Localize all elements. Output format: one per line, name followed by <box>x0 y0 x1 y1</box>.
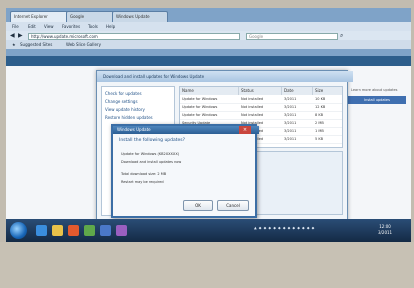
cell-date: 3/2011 <box>284 113 297 117</box>
app-icon[interactable] <box>116 225 127 236</box>
sidebar-item-history[interactable]: View update history <box>105 107 145 112</box>
dialog-line: Restart may be required <box>121 180 164 184</box>
search-placeholder: Google <box>249 34 264 39</box>
dialog-line: Update for Windows (KB2XXXXX) <box>121 152 180 156</box>
tab-1[interactable]: Internet Explorer <box>10 11 68 22</box>
cell-size: 10 KB <box>315 97 326 101</box>
cell-date: 3/2011 <box>284 105 297 109</box>
cell-name: Update for Windows <box>182 113 218 117</box>
cell-size: 5 KB <box>315 137 324 141</box>
cell-size: 12 KB <box>315 105 326 109</box>
menu-view[interactable]: View <box>44 22 54 31</box>
address-text: http://www.update.microsoft.com <box>31 34 98 39</box>
media-player-icon[interactable] <box>68 225 79 236</box>
dialog-line: Download and install updates now <box>121 160 182 164</box>
close-icon[interactable]: × <box>239 126 251 134</box>
menu-favorites[interactable]: Favorites <box>62 22 80 31</box>
menu-help[interactable]: Help <box>106 22 115 31</box>
menu-file[interactable]: File <box>12 22 19 31</box>
dialog-title: Windows Update <box>113 126 259 134</box>
sidebar-item-hidden[interactable]: Restore hidden updates <box>105 115 153 120</box>
table-row[interactable]: Update for Windows Not installed 3/2011 … <box>180 96 342 104</box>
cell-size: 8 KB <box>315 113 324 117</box>
dialog-line: Total download size: 2 MB <box>121 172 167 176</box>
favorites-star-icon[interactable]: ★ <box>12 40 16 49</box>
forward-icon[interactable]: ▶ <box>18 31 23 40</box>
internet-explorer-icon[interactable] <box>36 225 47 236</box>
cell-size: 1 MB <box>315 129 324 133</box>
search-icon[interactable]: ⌕ <box>340 31 343 40</box>
cell-size: 2 MB <box>315 121 324 125</box>
clock-date: 3/2011 <box>378 230 393 235</box>
address-bar[interactable]: http://www.update.microsoft.com <box>28 33 240 40</box>
app-icon[interactable] <box>100 225 111 236</box>
clock[interactable]: 12:00 3/2011 <box>378 224 392 236</box>
navigation-bar: ◀ ▶ http://www.update.microsoft.com Goog… <box>6 31 411 40</box>
cancel-button[interactable]: Cancel <box>217 200 249 211</box>
tab-label: Windows Update <box>116 14 150 19</box>
sidebar-item-settings[interactable]: Change settings <box>105 99 138 104</box>
sidebar-item-check[interactable]: Check for updates <box>105 91 142 96</box>
tab-label: Google <box>70 14 85 19</box>
table-row[interactable]: Update for Windows Not installed 3/2011 … <box>180 104 342 112</box>
monitor-bezel-bottom <box>0 242 414 288</box>
menu-bar: File Edit View Favorites Tools Help <box>6 22 411 31</box>
folder-icon[interactable] <box>52 225 63 236</box>
learn-more-link[interactable]: Learn more about updates <box>351 88 397 92</box>
column-header-status[interactable]: Status <box>239 87 282 95</box>
tab-label: Internet Explorer <box>14 14 48 19</box>
bookmark-item[interactable]: Suggested Sites <box>20 40 52 49</box>
install-confirm-dialog: Windows Update × Install the following u… <box>111 124 259 218</box>
search-input[interactable]: Google <box>246 33 338 40</box>
monitor-screen: Internet Explorer Google Windows Update … <box>6 8 411 242</box>
bookmark-item[interactable]: Web Slice Gallery <box>66 40 101 49</box>
page-header-band <box>6 56 411 66</box>
dialog-heading: Install the following updates? <box>119 138 186 143</box>
system-tray[interactable]: ▲ ◆ ◆ ◆ ◆ ◆ ◆ ◆ ◆ ◆ ◆ ◆ ◆ <box>254 226 315 230</box>
column-header-name[interactable]: Name <box>180 87 239 95</box>
column-header-size[interactable]: Size <box>313 87 342 95</box>
cell-date: 3/2011 <box>284 129 297 133</box>
cell-status: Not installed <box>241 97 264 101</box>
menu-edit[interactable]: Edit <box>28 22 36 31</box>
app-icon[interactable] <box>84 225 95 236</box>
start-button[interactable] <box>10 222 27 239</box>
cell-date: 3/2011 <box>284 121 297 125</box>
favorites-bar: ★ Suggested Sites Web Slice Gallery <box>6 40 411 49</box>
install-updates-button[interactable]: Install updates <box>348 96 406 104</box>
cell-date: 3/2011 <box>284 137 297 141</box>
column-header-date[interactable]: Date <box>282 87 313 95</box>
cell-status: Not installed <box>241 113 264 117</box>
cell-name: Update for Windows <box>182 97 218 101</box>
taskbar: ▲ ◆ ◆ ◆ ◆ ◆ ◆ ◆ ◆ ◆ ◆ ◆ ◆ 12:00 3/2011 <box>6 219 411 242</box>
menu-tools[interactable]: Tools <box>88 22 98 31</box>
table-row[interactable]: Update for Windows Not installed 3/2011 … <box>180 112 342 120</box>
cell-date: 3/2011 <box>284 97 297 101</box>
tab-2[interactable]: Google <box>66 11 114 22</box>
cell-name: Update for Windows <box>182 105 218 109</box>
window-title: Download and install updates for Windows… <box>97 71 353 82</box>
cell-status: Not installed <box>241 105 264 109</box>
back-icon[interactable]: ◀ <box>10 31 15 40</box>
tab-3[interactable]: Windows Update <box>112 11 168 22</box>
ok-button[interactable]: OK <box>183 200 213 211</box>
browser-chrome: Internet Explorer Google Windows Update … <box>6 8 411 56</box>
